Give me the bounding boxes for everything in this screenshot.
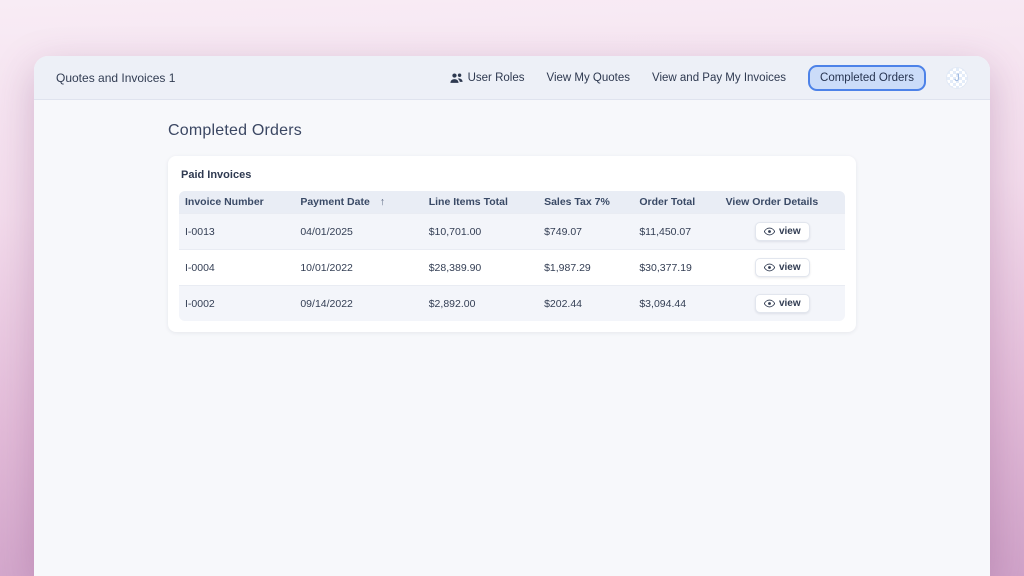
view-order-label: view bbox=[779, 262, 801, 273]
main-nav: User Roles View My Quotes View and Pay M… bbox=[450, 65, 968, 91]
sales-tax-cell: $202.44 bbox=[538, 286, 633, 322]
order-total-cell: $11,450.07 bbox=[633, 214, 719, 250]
view-order-cell: view bbox=[720, 250, 845, 286]
eye-icon bbox=[764, 299, 775, 308]
eye-icon bbox=[764, 227, 775, 236]
payment-date-cell: 09/14/2022 bbox=[294, 286, 422, 322]
app-title: Quotes and Invoices 1 bbox=[56, 71, 175, 85]
line-items-total-cell: $10,701.00 bbox=[423, 214, 538, 250]
col-payment-date[interactable]: Payment Date ↑ bbox=[294, 191, 422, 214]
col-sales-tax[interactable]: Sales Tax 7% bbox=[538, 191, 633, 214]
invoice-row: I-0004 10/01/2022 $28,389.90 $1,987.29 $… bbox=[179, 250, 845, 286]
line-items-total-cell: $28,389.90 bbox=[423, 250, 538, 286]
line-items-total-cell: $2,892.00 bbox=[423, 286, 538, 322]
col-invoice-number[interactable]: Invoice Number bbox=[179, 191, 294, 214]
col-line-items-total[interactable]: Line Items Total bbox=[423, 191, 538, 214]
paid-invoices-card: Paid Invoices Invoice Number Payment Dat… bbox=[168, 156, 856, 332]
invoice-row: I-0013 04/01/2025 $10,701.00 $749.07 $11… bbox=[179, 214, 845, 250]
nav-user-roles[interactable]: User Roles bbox=[450, 72, 525, 84]
view-order-button[interactable]: view bbox=[755, 294, 810, 313]
order-total-cell: $3,094.44 bbox=[633, 286, 719, 322]
view-order-cell: view bbox=[720, 286, 845, 322]
content-area: Completed Orders Paid Invoices Invoice N… bbox=[34, 100, 990, 332]
top-navbar: Quotes and Invoices 1 User Roles View My… bbox=[34, 56, 990, 100]
sales-tax-cell: $1,987.29 bbox=[538, 250, 633, 286]
app-window: Quotes and Invoices 1 User Roles View My… bbox=[34, 56, 990, 576]
col-payment-date-label: Payment Date bbox=[300, 196, 369, 208]
avatar-initial: J bbox=[954, 72, 960, 84]
invoices-table: Invoice Number Payment Date ↑ Line Items… bbox=[179, 191, 845, 321]
nav-completed-orders[interactable]: Completed Orders bbox=[808, 65, 926, 91]
col-view-order-details[interactable]: View Order Details bbox=[720, 191, 845, 214]
invoice-number-cell: I-0013 bbox=[179, 214, 294, 250]
user-avatar[interactable]: J bbox=[946, 67, 968, 89]
nav-label: Completed Orders bbox=[820, 72, 914, 84]
page-title: Completed Orders bbox=[168, 122, 990, 140]
sort-asc-icon: ↑ bbox=[380, 196, 385, 208]
view-order-button[interactable]: view bbox=[755, 222, 810, 241]
table-header-row: Invoice Number Payment Date ↑ Line Items… bbox=[179, 191, 845, 214]
col-order-total[interactable]: Order Total bbox=[633, 191, 719, 214]
order-total-cell: $30,377.19 bbox=[633, 250, 719, 286]
invoices-table-wrap: Invoice Number Payment Date ↑ Line Items… bbox=[179, 191, 845, 321]
sales-tax-cell: $749.07 bbox=[538, 214, 633, 250]
nav-view-and-pay-my-invoices[interactable]: View and Pay My Invoices bbox=[652, 72, 786, 84]
payment-date-cell: 04/01/2025 bbox=[294, 214, 422, 250]
nav-label: View My Quotes bbox=[546, 72, 630, 84]
eye-icon bbox=[764, 263, 775, 272]
view-order-button[interactable]: view bbox=[755, 258, 810, 277]
invoices-table-body: I-0013 04/01/2025 $10,701.00 $749.07 $11… bbox=[179, 214, 845, 322]
invoice-number-cell: I-0004 bbox=[179, 250, 294, 286]
payment-date-cell: 10/01/2022 bbox=[294, 250, 422, 286]
invoice-row: I-0002 09/14/2022 $2,892.00 $202.44 $3,0… bbox=[179, 286, 845, 322]
view-order-label: view bbox=[779, 226, 801, 237]
view-order-label: view bbox=[779, 298, 801, 309]
view-order-cell: view bbox=[720, 214, 845, 250]
nav-label: View and Pay My Invoices bbox=[652, 72, 786, 84]
card-title: Paid Invoices bbox=[181, 169, 845, 181]
nav-view-my-quotes[interactable]: View My Quotes bbox=[546, 72, 630, 84]
users-icon bbox=[450, 72, 463, 84]
invoice-number-cell: I-0002 bbox=[179, 286, 294, 322]
nav-label: User Roles bbox=[468, 72, 525, 84]
